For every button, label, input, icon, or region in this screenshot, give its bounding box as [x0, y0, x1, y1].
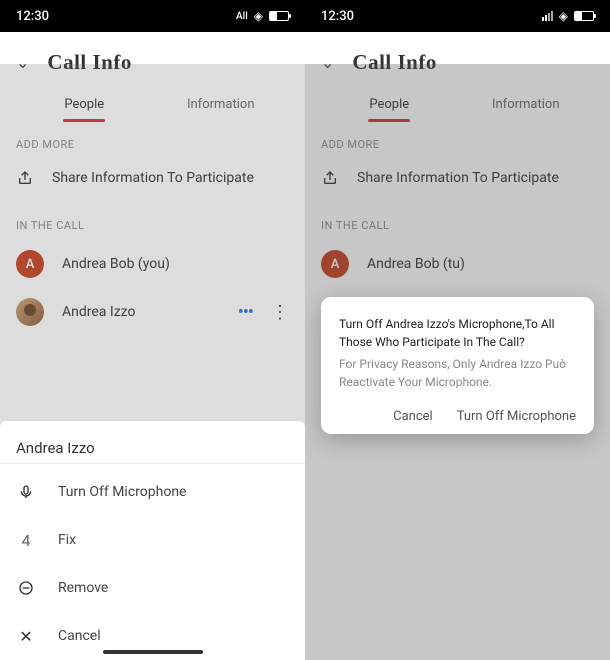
signal-icon [542, 11, 553, 21]
sheet-item-label: Turn Off Microphone [58, 484, 186, 500]
sheet-mic-off[interactable]: Turn Off Microphone [0, 468, 305, 516]
more-horizontal-icon[interactable]: ••• [238, 302, 253, 323]
wifi-icon: ◈ [254, 9, 263, 23]
section-add-more: ADD MORE [0, 122, 305, 159]
status-time: 12:30 [321, 9, 354, 24]
status-bar: 12:30 ◈ [305, 0, 610, 32]
bottom-sheet: Andrea Izzo Turn Off Microphone 4 Fix Re… [0, 421, 305, 660]
confirm-button[interactable]: Turn Off Microphone [457, 409, 576, 424]
microphone-icon [16, 482, 36, 502]
cancel-button[interactable]: Cancel [393, 409, 433, 424]
sheet-item-label: Cancel [58, 628, 101, 644]
sheet-fix[interactable]: 4 Fix [0, 516, 305, 564]
battery-icon [269, 11, 289, 21]
participant-name: Andrea Izzo [62, 304, 220, 320]
avatar [16, 298, 44, 326]
sheet-title: Andrea Izzo [0, 421, 305, 464]
avatar: A [16, 250, 44, 278]
participant-other[interactable]: Andrea Izzo ••• ⋮ [0, 288, 305, 336]
chevron-down-icon[interactable]: ⌄ [16, 53, 29, 72]
dialog-message: Turn Off Andrea Izzo's Microphone,To All… [339, 315, 576, 351]
sheet-item-label: Fix [58, 532, 76, 548]
remove-icon [16, 578, 36, 598]
share-icon [16, 169, 34, 187]
section-in-call: IN THE CALL [0, 203, 305, 240]
wifi-icon: ◈ [559, 9, 568, 23]
status-bar: 12:30 All ◈ [0, 0, 305, 32]
share-label: Share Information To Participate [52, 170, 254, 186]
tab-information[interactable]: Information [153, 87, 290, 122]
sheet-item-label: Remove [58, 580, 108, 596]
more-vertical-icon[interactable]: ⋮ [271, 302, 289, 323]
share-row[interactable]: Share Information To Participate [0, 159, 305, 203]
close-icon: ✕ [16, 626, 36, 646]
fix-icon: 4 [16, 530, 36, 550]
sheet-remove[interactable]: Remove [0, 564, 305, 612]
home-indicator[interactable] [103, 650, 203, 654]
confirm-dialog: Turn Off Andrea Izzo's Microphone,To All… [321, 297, 594, 434]
dialog-subtext: For Privacy Reasons, Only Andrea Izzo Pu… [339, 355, 576, 391]
network-label: All [236, 11, 248, 22]
status-time: 12:30 [16, 9, 49, 24]
page-title: Call Info [47, 50, 131, 75]
participant-name: Andrea Bob (you) [62, 256, 289, 272]
battery-icon [574, 11, 594, 21]
participant-self: A Andrea Bob (you) [0, 240, 305, 288]
tab-people[interactable]: People [16, 87, 153, 122]
